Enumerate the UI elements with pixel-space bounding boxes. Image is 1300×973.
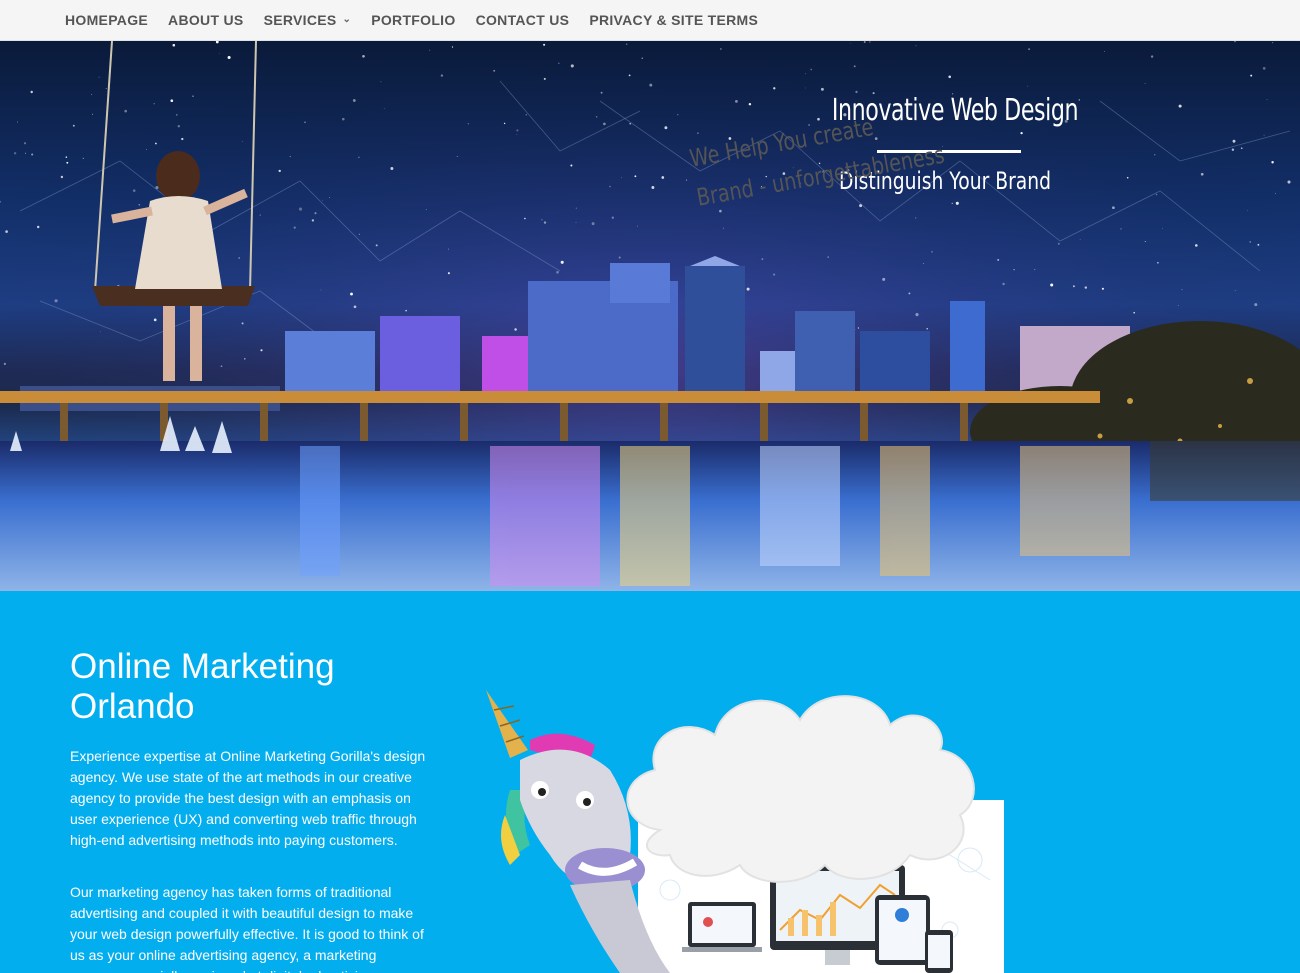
nav-services[interactable]: SERVICES ⌄: [254, 0, 362, 41]
nav-contact-us-label: CONTACT US: [475, 11, 570, 28]
nav-privacy-terms[interactable]: PRIVACY & SITE TERMS: [579, 0, 768, 41]
section-title: Online Marketing Orlando: [70, 647, 430, 727]
nav-about-us-label: ABOUT US: [168, 11, 244, 28]
intro-paragraph-2: Our marketing agency has taken forms of …: [70, 884, 424, 973]
hero-banner: Innovative Web Design Distinguish Your B…: [0, 41, 1300, 591]
section-title-line1: Online Marketing: [70, 647, 335, 686]
chevron-down-icon: ⌄: [342, 13, 352, 25]
nav-contact-us[interactable]: CONTACT US: [466, 0, 580, 41]
nav-privacy-terms-label: PRIVACY & SITE TERMS: [589, 11, 759, 28]
main-nav: HOMEPAGE ABOUT US SERVICES ⌄ PORTFOLIO CO…: [0, 0, 1300, 41]
section-title-line2: Orlando: [70, 687, 195, 726]
nav-portfolio[interactable]: PORTFOLIO: [361, 0, 465, 41]
intro-paragraph-1: Experience expertise at Online Marketing…: [70, 748, 426, 848]
nav-portfolio-label: PORTFOLIO: [371, 11, 456, 28]
nav-homepage-label: HOMEPAGE: [65, 11, 149, 28]
nav-homepage[interactable]: HOMEPAGE: [55, 0, 158, 41]
nav-about-us[interactable]: ABOUT US: [158, 0, 254, 41]
nav-services-label: SERVICES: [263, 11, 337, 28]
hero-cityscape-image: [0, 41, 1300, 591]
unicorn-illustration: [486, 690, 1004, 973]
